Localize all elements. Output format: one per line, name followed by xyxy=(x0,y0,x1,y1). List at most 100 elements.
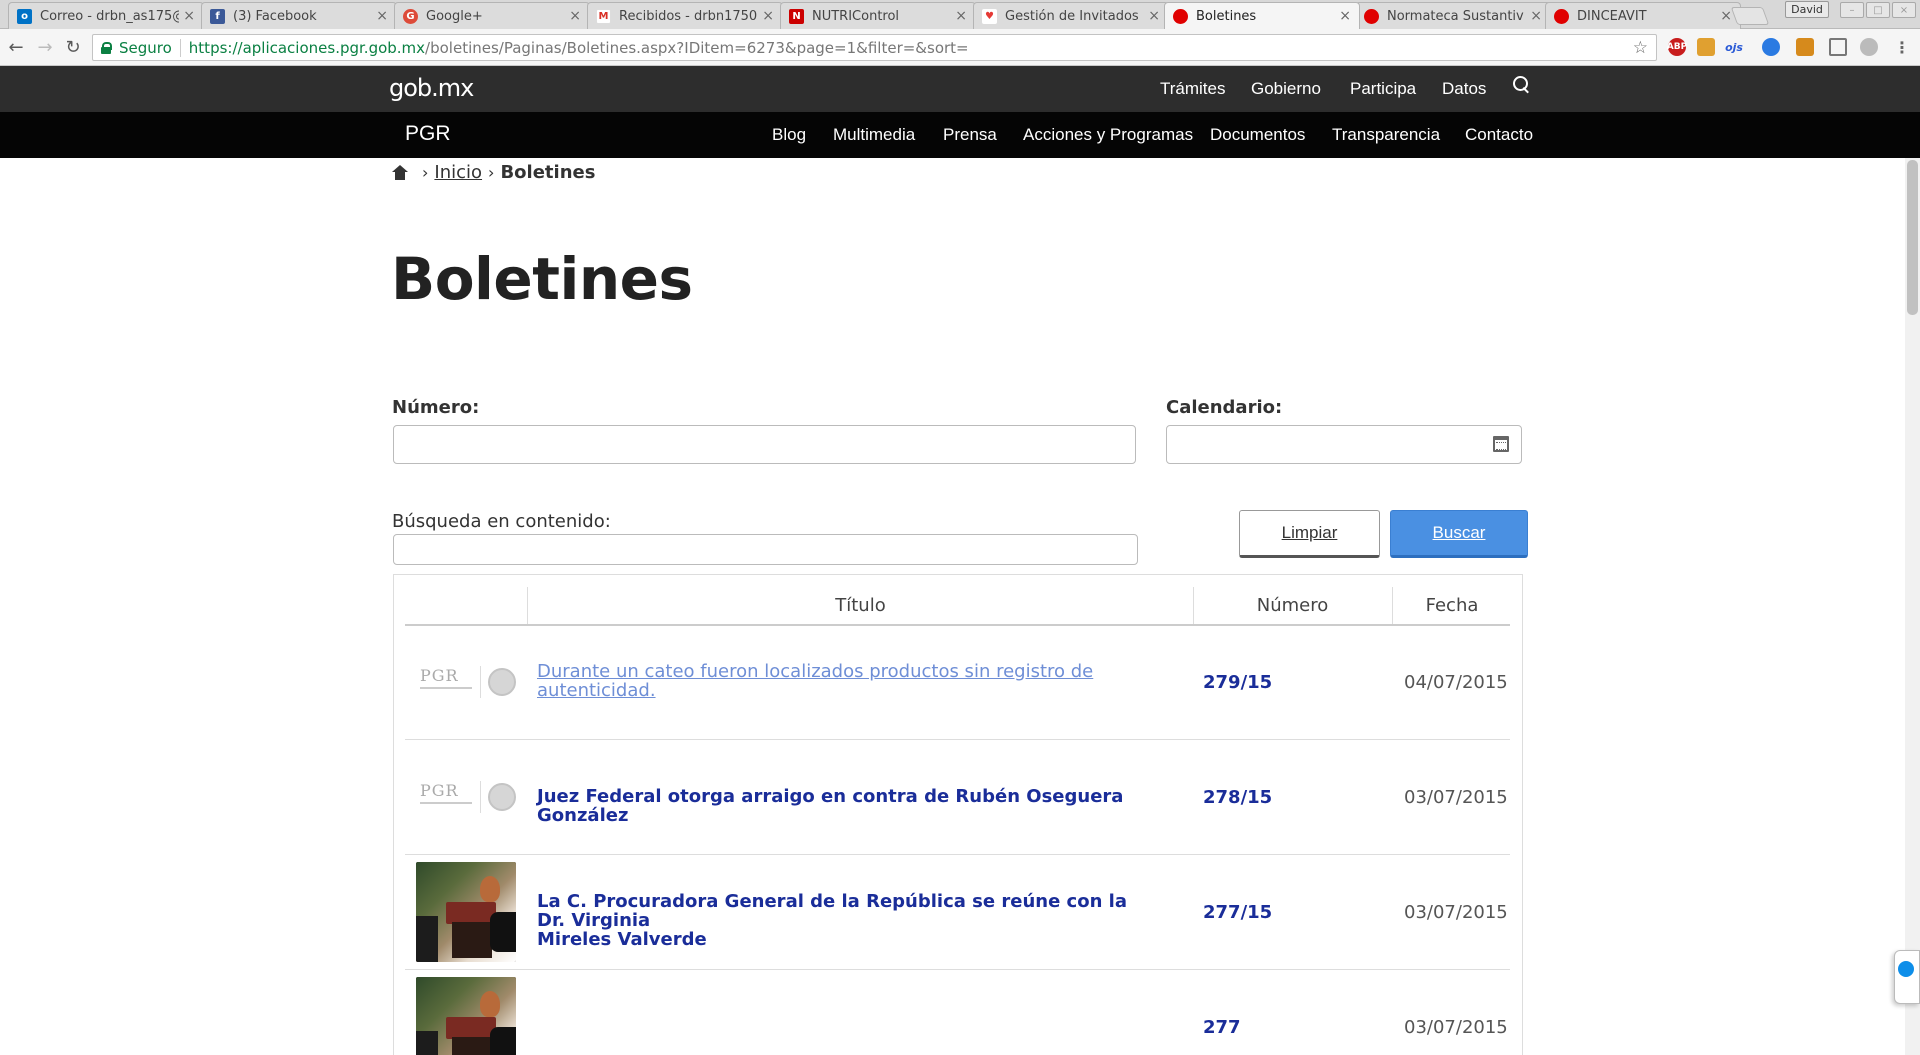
back-arrow-icon[interactable]: ← xyxy=(6,37,26,58)
header-divider xyxy=(405,624,1510,626)
browser-tab-strip: o Correo - drbn_as175@ × f (3) Facebook … xyxy=(0,0,1920,29)
row-thumbnail-photo[interactable] xyxy=(416,977,516,1055)
gob-nav-tramites[interactable]: Trámites xyxy=(1160,79,1226,99)
close-icon[interactable]: × xyxy=(1148,8,1160,24)
window-close-button[interactable]: × xyxy=(1892,2,1916,18)
browser-toolbar: ← → ↻ Seguro https://aplicaciones.pgr.go… xyxy=(0,29,1920,66)
row-fecha: 03/07/2015 xyxy=(1404,902,1508,923)
forward-arrow-icon[interactable]: → xyxy=(35,37,55,58)
close-icon[interactable]: × xyxy=(376,8,388,24)
column-header-titulo[interactable]: Título xyxy=(528,595,1193,616)
menu-dots-icon[interactable]: ⋮ xyxy=(1893,38,1911,57)
address-bar[interactable]: Seguro https://aplicaciones.pgr.gob.mx/b… xyxy=(92,34,1657,61)
chevron-right-icon: › xyxy=(422,163,429,182)
tab-title: NUTRIControl xyxy=(812,8,900,24)
row-numero-link[interactable]: 279/15 xyxy=(1203,672,1272,693)
pgr-nav-documentos[interactable]: Documentos xyxy=(1210,125,1305,145)
browser-tab[interactable]: G Google+ × xyxy=(394,2,590,29)
pgr-nav-blog[interactable]: Blog xyxy=(772,125,806,145)
divider xyxy=(480,666,481,698)
calendario-input[interactable] xyxy=(1166,425,1522,464)
photo-detail xyxy=(452,922,492,958)
teamviewer-icon[interactable] xyxy=(1894,950,1920,1004)
busqueda-label: Búsqueda en contenido: xyxy=(392,511,611,532)
browser-tab[interactable]: Normateca Sustantiv × xyxy=(1355,2,1551,29)
close-icon[interactable]: × xyxy=(1339,8,1351,24)
tab-title: (3) Facebook xyxy=(233,8,317,24)
row-divider xyxy=(405,969,1510,970)
pgr-header: PGR Blog Multimedia Prensa Acciones y Pr… xyxy=(0,112,1920,158)
tab-title: Google+ xyxy=(426,8,483,24)
extension-icon[interactable] xyxy=(1860,38,1878,56)
gob-logo[interactable]: gob.mx xyxy=(389,74,474,102)
row-title-link[interactable]: Durante un cateo fueron localizados prod… xyxy=(537,662,1147,700)
row-numero-link[interactable]: 277/15 xyxy=(1203,902,1272,923)
new-tab-button[interactable] xyxy=(1730,7,1770,25)
pgr-icon xyxy=(1364,8,1379,24)
divider xyxy=(420,687,472,689)
pgr-nav-contacto[interactable]: Contacto xyxy=(1465,125,1533,145)
bookmark-star-icon[interactable]: ☆ xyxy=(1633,38,1648,58)
user-profile-badge[interactable]: David xyxy=(1785,1,1829,18)
calendar-icon[interactable] xyxy=(1493,436,1509,452)
row-thumbnail[interactable]: PGR xyxy=(416,632,516,732)
browser-tab[interactable]: f (3) Facebook × xyxy=(201,2,397,29)
close-icon[interactable]: × xyxy=(762,8,774,24)
row-numero-link[interactable]: 277 xyxy=(1203,1017,1241,1038)
ojs-extension-icon[interactable]: ojs xyxy=(1725,38,1743,56)
pgr-title[interactable]: PGR xyxy=(405,122,451,146)
pgr-nav-acciones[interactable]: Acciones y Programas xyxy=(1023,125,1193,145)
limpiar-button[interactable]: Limpiar xyxy=(1239,510,1380,558)
browser-tab[interactable]: N NUTRIControl × xyxy=(780,2,976,29)
close-icon[interactable]: × xyxy=(569,8,581,24)
photo-detail xyxy=(480,876,500,902)
search-icon[interactable] xyxy=(1513,76,1531,96)
close-icon[interactable]: × xyxy=(183,8,195,24)
column-header-numero[interactable]: Número xyxy=(1193,595,1392,616)
browser-tab[interactable]: M Recibidos - drbn1750@ × xyxy=(587,2,783,29)
browser-tab[interactable]: ♥ Gestión de Invitados × xyxy=(973,2,1169,29)
cast-icon[interactable] xyxy=(1829,38,1847,56)
numero-input[interactable] xyxy=(393,425,1136,464)
column-header-fecha[interactable]: Fecha xyxy=(1392,595,1512,616)
scrollbar-thumb[interactable] xyxy=(1907,160,1918,315)
row-title-line: Mireles Valverde xyxy=(537,929,707,950)
browser-tab[interactable]: o Correo - drbn_as175@ × xyxy=(8,2,204,29)
lock-icon xyxy=(101,41,112,54)
maximize-button[interactable]: □ xyxy=(1866,2,1890,18)
row-title-link[interactable]: La C. Procuradora General de la Repúblic… xyxy=(537,892,1147,949)
globe-extension-icon[interactable] xyxy=(1762,38,1780,56)
gob-nav-gobierno[interactable]: Gobierno xyxy=(1251,79,1321,99)
browser-tab[interactable]: DINCEAVIT × xyxy=(1545,2,1741,29)
row-thumbnail-photo[interactable] xyxy=(416,862,516,962)
row-title-line: Durante un cateo fueron localizados prod… xyxy=(537,661,1094,682)
pgr-nav-transparencia[interactable]: Transparencia xyxy=(1332,125,1440,145)
row-fecha: 03/07/2015 xyxy=(1404,1017,1508,1038)
reload-icon[interactable]: ↻ xyxy=(63,37,83,58)
close-icon[interactable]: × xyxy=(955,8,967,24)
row-title-link[interactable]: Juez Federal otorga arraigo en contra de… xyxy=(537,787,1147,825)
row-numero-link[interactable]: 278/15 xyxy=(1203,787,1272,808)
seal-icon xyxy=(488,783,516,811)
extension-icon[interactable] xyxy=(1697,38,1715,56)
googleplus-icon: G xyxy=(403,8,418,24)
divider xyxy=(420,802,472,804)
adblock-icon[interactable]: ABP xyxy=(1667,38,1687,56)
row-thumbnail[interactable]: PGR xyxy=(416,747,516,847)
buscar-button[interactable]: Buscar xyxy=(1390,510,1528,558)
minimize-button[interactable]: – xyxy=(1840,2,1864,18)
gob-nav-participa[interactable]: Participa xyxy=(1350,79,1416,99)
row-title-line: autenticidad. xyxy=(537,680,656,701)
home-icon[interactable] xyxy=(392,165,408,180)
close-icon[interactable]: × xyxy=(1720,8,1732,24)
extension-icon[interactable] xyxy=(1796,38,1814,56)
close-icon[interactable]: × xyxy=(1530,8,1542,24)
pgr-nav-multimedia[interactable]: Multimedia xyxy=(833,125,915,145)
browser-tab-active[interactable]: Boletines × xyxy=(1164,2,1360,29)
photo-detail xyxy=(446,1017,496,1039)
breadcrumb-inicio-link[interactable]: Inicio xyxy=(434,162,482,183)
pgr-nav-prensa[interactable]: Prensa xyxy=(943,125,997,145)
busqueda-input[interactable] xyxy=(393,534,1138,565)
row-title-line: Juez Federal otorga arraigo en contra de… xyxy=(537,786,1124,826)
gob-nav-datos[interactable]: Datos xyxy=(1442,79,1486,99)
